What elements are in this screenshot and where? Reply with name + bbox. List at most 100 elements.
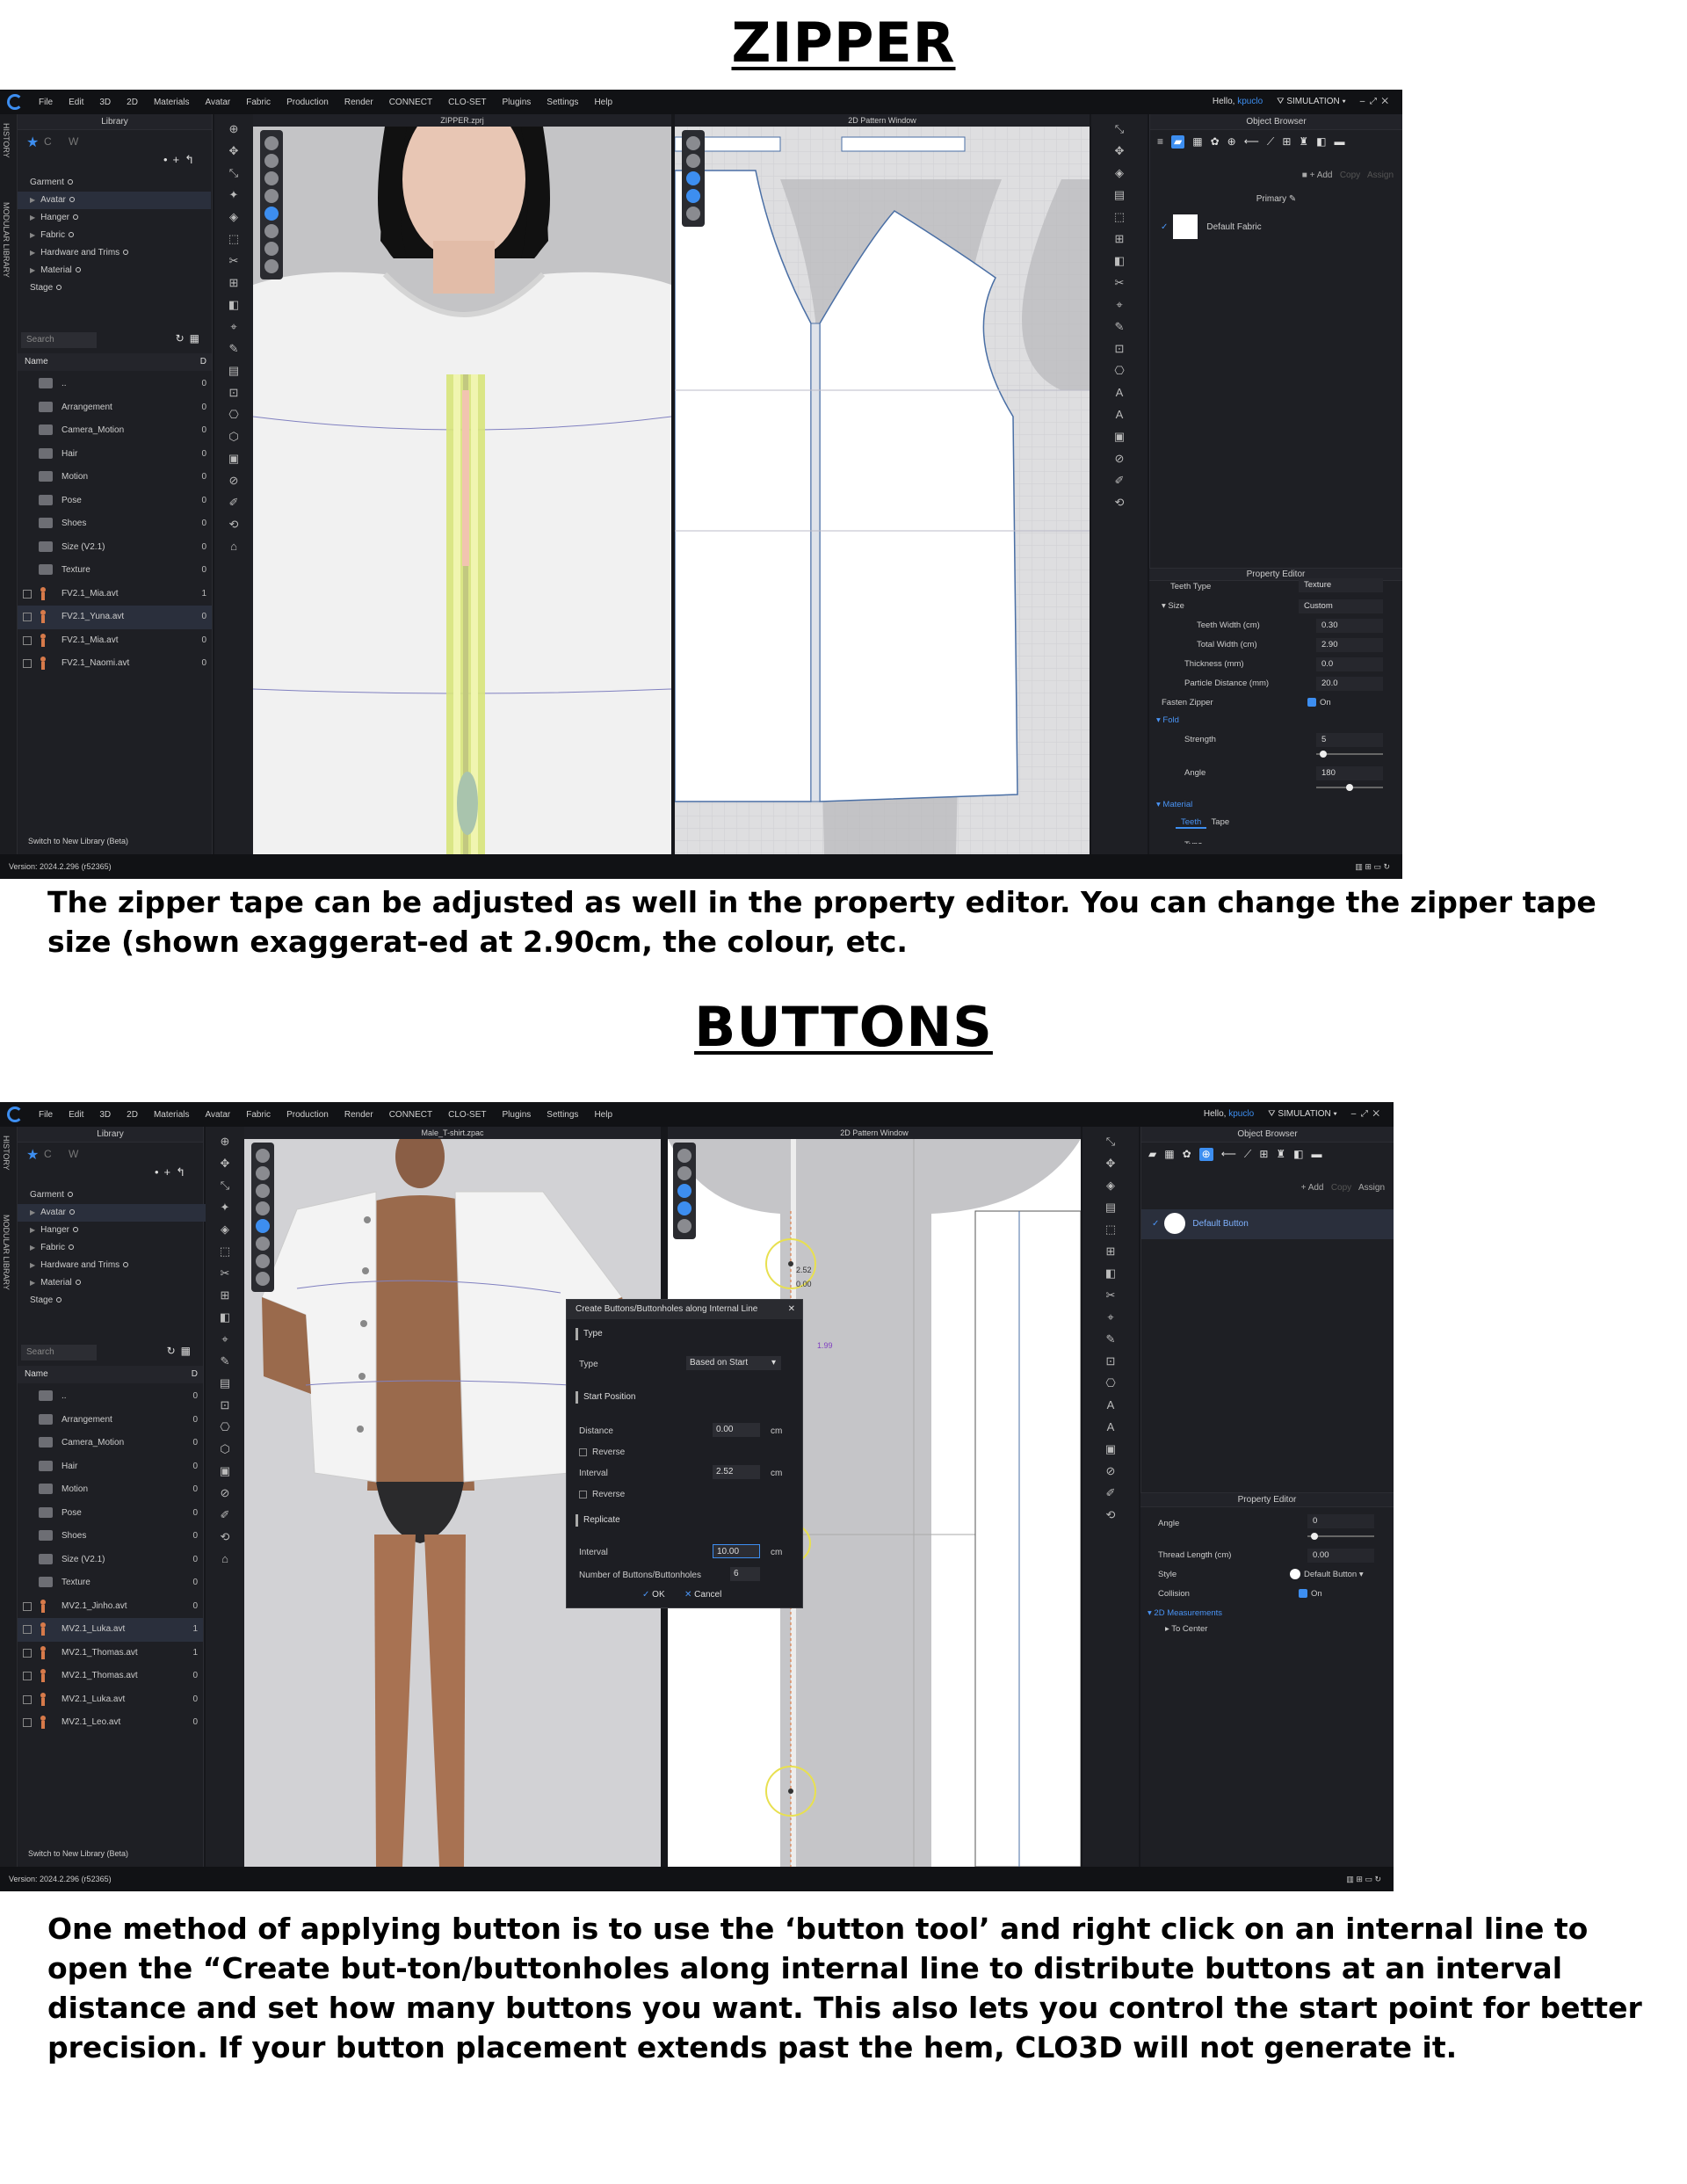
file-list-item[interactable]: Texture 0	[18, 1571, 203, 1595]
menu-2d[interactable]: 2D	[127, 1110, 138, 1120]
file-list-item[interactable]: Hair 0	[18, 1455, 203, 1479]
ok-button[interactable]: ✓ OK	[642, 1590, 665, 1600]
angle-input[interactable]: 0	[1307, 1514, 1374, 1528]
file-list-item[interactable]: Arrangement 0	[18, 1409, 203, 1433]
file-list-item[interactable]: Motion 0	[18, 1478, 203, 1502]
num-buttons-input[interactable]: 6	[730, 1567, 760, 1581]
library-source-icons[interactable]: C W	[44, 135, 85, 148]
status-icons[interactable]: ▥ ⊞ ▭ ↻	[1346, 1867, 1381, 1891]
mode-selector[interactable]: ⛛ SIMULATION ▾	[1277, 97, 1346, 106]
2d-pattern-window[interactable]: 2D Pattern Window	[675, 114, 1090, 854]
3d-viewport[interactable]: ZIPPER.zprj	[253, 114, 671, 854]
menu-clo-set[interactable]: CLO-SET	[448, 98, 486, 107]
file-list-item[interactable]: FV2.1_Yuna.avt 0	[18, 606, 212, 629]
file-list-item[interactable]: FV2.1_Mia.avt 1	[18, 583, 212, 606]
modular-library-tab[interactable]: MODULAR LIBRARY	[2, 1215, 11, 1290]
object-browser-actions[interactable]: ■ + Add Copy Assign	[1302, 171, 1394, 180]
reverse-checkbox-1[interactable]: Reverse	[579, 1448, 625, 1457]
angle-slider[interactable]	[1307, 1533, 1374, 1540]
file-list-item[interactable]: Pose 0	[18, 1502, 203, 1526]
tab-tape[interactable]: Tape	[1212, 817, 1230, 827]
file-checkbox[interactable]	[23, 635, 32, 645]
size-select[interactable]: Custom	[1299, 599, 1383, 613]
menu-3d[interactable]: 3D	[99, 1110, 111, 1120]
tab-teeth[interactable]: Teeth	[1176, 817, 1207, 829]
file-list-item[interactable]: Camera_Motion 0	[18, 1432, 203, 1455]
style-select[interactable]: Default Button ▾	[1290, 1565, 1364, 1585]
switch-library-link[interactable]: Switch to New Library (Beta)	[28, 1849, 128, 1858]
file-checkbox[interactable]	[23, 1625, 32, 1634]
reverse-checkbox-2[interactable]: Reverse	[579, 1490, 625, 1499]
menu-materials[interactable]: Materials	[154, 1110, 190, 1120]
menu-connect[interactable]: CONNECT	[389, 1110, 432, 1120]
switch-library-link[interactable]: Switch to New Library (Beta)	[28, 837, 128, 845]
tree-item-garment[interactable]: Garment	[18, 174, 211, 192]
tree-item-hardware-trims[interactable]: ▶ Hardware and Trims	[18, 244, 211, 262]
file-list-item[interactable]: MV2.1_Thomas.avt 1	[18, 1642, 203, 1665]
file-list-item[interactable]: Texture 0	[18, 559, 212, 583]
menu-materials[interactable]: Materials	[154, 98, 190, 107]
file-checkbox[interactable]	[23, 1648, 32, 1658]
menu-plugins[interactable]: Plugins	[502, 1110, 531, 1120]
teeth-type-select[interactable]: Texture	[1299, 578, 1383, 592]
menu-avatar[interactable]: Avatar	[206, 1110, 231, 1120]
file-checkbox[interactable]	[23, 1694, 32, 1704]
file-list-item[interactable]: Camera_Motion 0	[18, 419, 212, 443]
user-name[interactable]: kpuclo	[1237, 97, 1263, 106]
object-browser-tabs[interactable]: ▰ ▦ ✿ ⊕ ⟵ ⟋ ⊞ ♜ ◧ ▬	[1141, 1143, 1394, 1166]
menu-render[interactable]: Render	[344, 1110, 373, 1120]
file-list-item[interactable]: FV2.1_Naomi.avt 0	[18, 652, 212, 676]
window-controls[interactable]: – ⤢ ✕	[1351, 1109, 1379, 1119]
tree-item-hardware-trims[interactable]: ▶ Hardware and Trims	[18, 1257, 211, 1274]
tree-item-hanger[interactable]: ▶ Hanger	[18, 1222, 211, 1239]
menu-file[interactable]: File	[39, 98, 53, 107]
dialog-close-icon[interactable]: ✕	[788, 1300, 795, 1319]
favorite-star-icon[interactable]: ★	[26, 1146, 39, 1164]
menu-fabric[interactable]: Fabric	[246, 1110, 271, 1120]
window-controls[interactable]: – ⤢ ✕	[1360, 97, 1388, 106]
strength-input[interactable]: 5	[1316, 733, 1383, 747]
menu-connect[interactable]: CONNECT	[389, 98, 432, 107]
material-section[interactable]: ▾ Material	[1149, 795, 1402, 815]
file-list-item[interactable]: MV2.1_Luka.avt 0	[18, 1688, 203, 1712]
angle-slider[interactable]	[1316, 784, 1383, 791]
modular-library-tab[interactable]: MODULAR LIBRARY	[2, 202, 11, 278]
menu-help[interactable]: Help	[594, 1110, 612, 1120]
refresh-grid-icons[interactable]: ↻▦	[167, 1345, 196, 1357]
menu-edit[interactable]: Edit	[69, 1110, 83, 1120]
thread-length-input[interactable]: 0.00	[1307, 1549, 1374, 1563]
library-tools-icons[interactable]: •+↰	[163, 153, 199, 167]
library-tools-icons[interactable]: •+↰	[155, 1165, 191, 1179]
file-list-item[interactable]: MV2.1_Luka.avt 1	[18, 1618, 203, 1642]
file-list-item[interactable]: Arrangement 0	[18, 396, 212, 420]
file-list-item[interactable]: MV2.1_Thomas.avt 0	[18, 1665, 203, 1688]
tree-item-material[interactable]: ▶ Material	[18, 1274, 211, 1292]
interval-input[interactable]: 2.52	[713, 1465, 760, 1479]
file-list-item[interactable]: Shoes 0	[18, 512, 212, 536]
menu-plugins[interactable]: Plugins	[502, 98, 531, 107]
library-source-icons[interactable]: C W	[44, 1148, 85, 1160]
tree-item-fabric[interactable]: ▶ Fabric	[18, 227, 211, 244]
type-select[interactable]: Based on Start ▾	[686, 1356, 781, 1370]
file-checkbox[interactable]	[23, 1672, 32, 1680]
collision-checkbox[interactable]: On	[1299, 1585, 1322, 1604]
to-center-row[interactable]: ▸ To Center	[1140, 1620, 1394, 1639]
fabric-list-item[interactable]: ✓ Default Fabric	[1150, 213, 1402, 243]
tree-item-avatar[interactable]: ▶ Avatar	[18, 1204, 211, 1222]
file-checkbox[interactable]	[23, 1601, 32, 1611]
mode-selector[interactable]: ⛛ SIMULATION ▾	[1268, 1109, 1337, 1119]
teeth-width-input[interactable]: 0.30	[1316, 619, 1383, 633]
menu-settings[interactable]: Settings	[547, 98, 578, 107]
file-list-item[interactable]: Shoes 0	[18, 1525, 203, 1549]
tree-item-stage[interactable]: Stage	[18, 279, 211, 297]
file-checkbox[interactable]	[23, 1718, 32, 1727]
file-list-item[interactable]: MV2.1_Jinho.avt 0	[18, 1595, 203, 1619]
strength-slider[interactable]	[1316, 751, 1383, 758]
file-list-item[interactable]: MV2.1_Leo.avt 0	[18, 1711, 203, 1735]
menu-file[interactable]: File	[39, 1110, 53, 1120]
file-checkbox[interactable]	[23, 613, 32, 621]
menu-2d[interactable]: 2D	[127, 98, 138, 107]
fold-section[interactable]: ▾ Fold	[1149, 711, 1402, 730]
menu-render[interactable]: Render	[344, 98, 373, 107]
file-list-item[interactable]: Motion 0	[18, 466, 212, 490]
